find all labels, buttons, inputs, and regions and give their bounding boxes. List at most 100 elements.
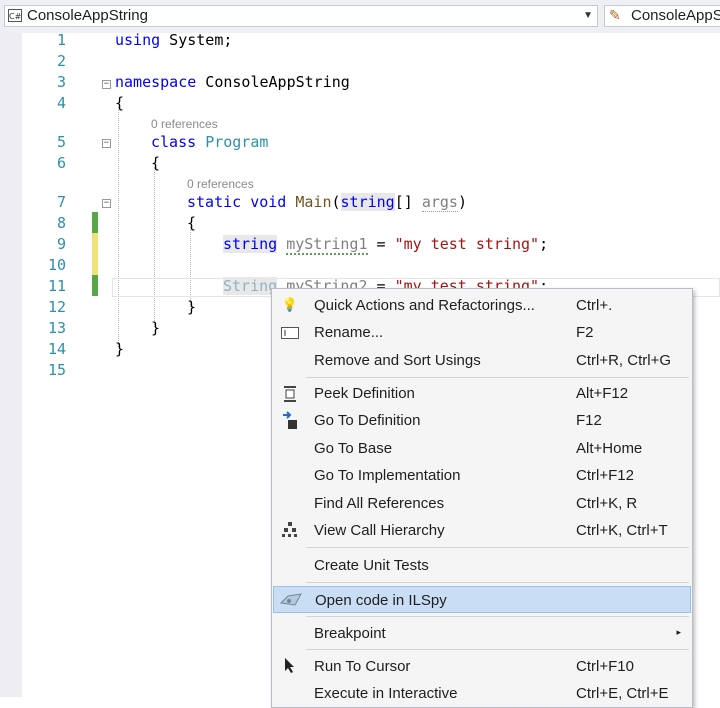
lightbulb-icon: 💡 [281,298,299,313]
keyword: namespace [115,73,197,91]
csharp-project-icon: C# [8,9,22,22]
keyword: class [151,133,197,151]
menu-item-label: Find All References [314,495,445,512]
menu-item-shortcut: Ctrl+R, Ctrl+G [576,352,672,369]
menu-item-find-all-references[interactable]: Find All References Ctrl+K, R [273,490,691,517]
menu-separator [306,616,689,617]
code-line: 9 string myString1 = "my test string"; [0,234,720,255]
code-line: 5 class Program [0,132,720,153]
project-dropdown[interactable]: C# ConsoleAppString ▼ [4,5,598,27]
class-dropdown[interactable]: ✎ ConsoleAppS [604,5,720,27]
menu-item-shortcut: Alt+Home [576,440,643,457]
menu-item-shortcut: Ctrl+. [576,297,613,314]
menu-item-shortcut: F12 [576,412,602,429]
parameter-name: args [421,193,458,212]
code-text: ConsoleAppString [196,73,350,91]
line-number: 8 [56,214,66,232]
chevron-down-icon[interactable]: ▼ [583,6,593,26]
class-icon: ✎ [609,8,621,24]
menu-item-label: Breakpoint [314,625,386,642]
menu-separator [306,547,689,548]
code-text: } [151,319,161,337]
menu-item-rename[interactable]: Rename... F2 [273,319,691,346]
menu-item-go-to-implementation[interactable]: Go To Implementation Ctrl+F12 [273,462,691,489]
menu-separator [306,582,689,583]
line-number: 11 [47,277,66,295]
menu-item-label: Go To Base [314,440,393,457]
menu-item-label: Rename... [314,324,384,341]
code-line: 2 [0,51,720,72]
menu-item-go-to-definition[interactable]: Go To Definition F12 [273,407,691,434]
goto-definition-icon [279,407,301,434]
menu-item-shortcut: Ctrl+F12 [576,467,634,484]
menu-item-view-call-hierarchy[interactable]: View Call Hierarchy Ctrl+K, Ctrl+T [273,517,691,544]
menu-item-breakpoint[interactable]: Breakpoint ▸ [273,620,691,647]
type-name: String [223,277,278,295]
menu-item-label: Create Unit Tests [314,557,429,574]
code-line: 7 static void Main(string[] args) [0,192,720,213]
code-text: ( [331,193,341,211]
code-line: 10 [0,255,720,276]
class-name: Program [205,133,269,151]
keyword: string [340,193,395,211]
menu-item-shortcut: Ctrl+K, R [576,495,638,512]
menu-item-run-to-cursor[interactable]: Run To Cursor Ctrl+F10 [273,653,691,680]
line-number: 9 [56,235,66,253]
menu-item-label: Peek Definition [314,385,415,402]
submenu-arrow-icon: ▸ [676,628,681,638]
peek-icon [279,380,301,407]
menu-item-label: Remove and Sort Usings [314,352,481,369]
menu-item-execute-interactive[interactable]: Execute in Interactive Ctrl+E, Ctrl+E [273,680,691,707]
code-line: 1 using System; [0,30,720,51]
line-number: 2 [56,52,66,70]
code-text: { [151,154,161,172]
menu-item-label: Run To Cursor [314,658,411,675]
line-number: 15 [47,361,66,379]
cursor-icon [279,653,301,680]
line-number: 3 [56,73,66,91]
line-number: 7 [56,193,66,211]
keyword: void [250,193,287,211]
menu-item-go-to-base[interactable]: Go To Base Alt+Home [273,435,691,462]
menu-item-shortcut: Ctrl+E, Ctrl+E [576,685,669,702]
variable-name: myString1 [286,235,368,255]
string-literal: "my test string" [394,235,540,253]
ilspy-icon [279,587,302,614]
menu-item-peek-definition[interactable]: Peek Definition Alt+F12 [273,380,691,407]
line-number: 13 [47,319,66,337]
line-number: 4 [56,94,66,112]
menu-item-open-in-ilspy[interactable]: Open code in ILSpy [273,586,691,613]
code-line: 4 { [0,93,720,114]
code-text: System; [160,31,233,49]
menu-item-label: Go To Definition [314,412,421,429]
codelens-references[interactable]: 0 references [187,177,254,191]
project-name: ConsoleAppString [27,7,148,24]
menu-item-shortcut: Ctrl+F10 [576,658,634,675]
code-text: } [187,298,197,316]
code-text: = [367,235,395,253]
code-text: [] [394,193,413,211]
menu-item-quick-actions[interactable]: 💡 Quick Actions and Refactorings... Ctrl… [273,292,691,319]
menu-item-label: Execute in Interactive [314,685,458,702]
code-line: 8 { [0,213,720,234]
method-name: Main [295,193,332,211]
menu-item-label: Open code in ILSpy [315,592,447,609]
code-line: 3 namespace ConsoleAppString [0,72,720,93]
menu-item-remove-sort-usings[interactable]: Remove and Sort Usings Ctrl+R, Ctrl+G [273,347,691,374]
navigation-bar: C# ConsoleAppString ▼ ✎ ConsoleAppS [0,0,720,34]
class-name: ConsoleAppS [631,7,720,24]
code-text: ) [457,193,467,211]
menu-item-label: View Call Hierarchy [314,522,445,539]
keyword: static [187,193,242,211]
code-line: 6 { [0,153,720,174]
menu-item-shortcut: F2 [576,324,594,341]
call-hierarchy-icon [279,517,301,544]
menu-item-shortcut: Ctrl+K, Ctrl+T [576,522,668,539]
codelens-references[interactable]: 0 references [151,117,218,131]
rename-icon [279,319,301,346]
line-number: 1 [56,31,66,49]
menu-item-create-unit-tests[interactable]: Create Unit Tests [273,552,691,579]
line-number: 5 [56,133,66,151]
line-number: 12 [47,298,66,316]
menu-item-label: Quick Actions and Refactorings... [314,297,535,314]
